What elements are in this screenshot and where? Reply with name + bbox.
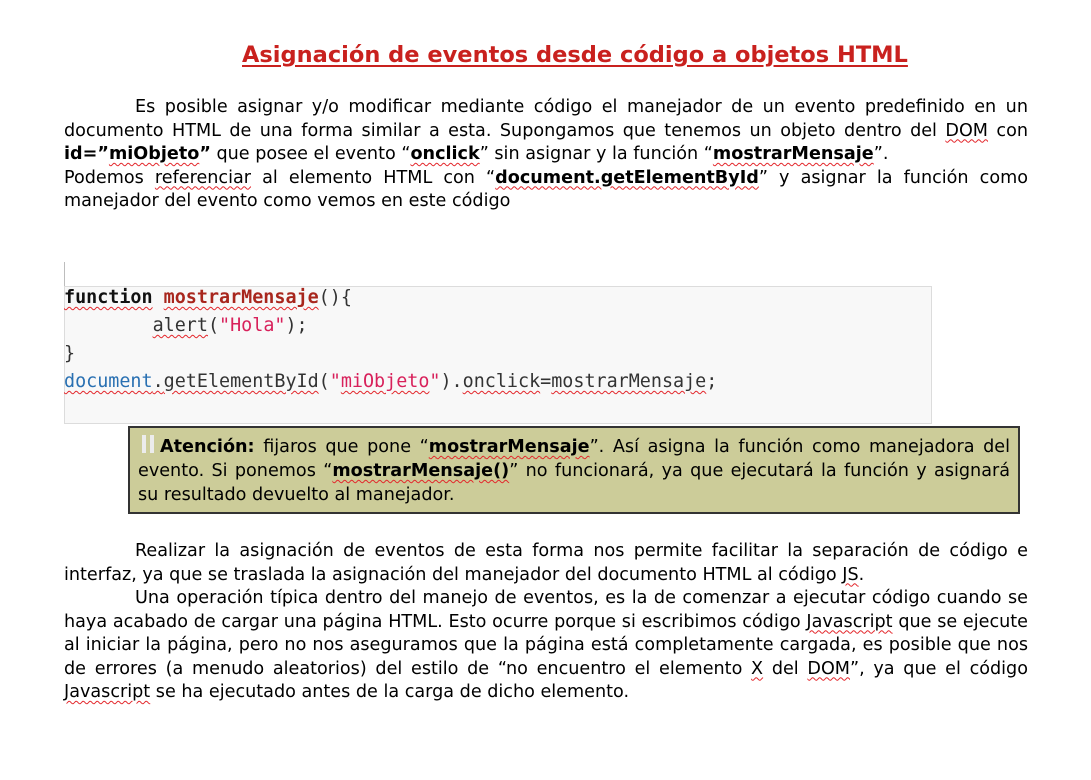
- code-listing: function mostrarMensaje(){ alert("Hola")…: [64, 287, 718, 392]
- text: del: [763, 658, 808, 679]
- intro-text: Es posible asignar y/o modificar mediant…: [64, 96, 1028, 214]
- text: ”.: [873, 144, 889, 164]
- code-value: mostrarMensaje: [551, 371, 707, 392]
- text: Realizar la asignación de eventos de est…: [64, 541, 1028, 585]
- text: al elemento HTML con “: [251, 167, 496, 188]
- text: ” sin asignar y la función “: [479, 144, 713, 164]
- code-block-marker: [64, 262, 65, 286]
- text: Es posible asignar y/o modificar mediant…: [64, 97, 1028, 141]
- code-string: "Hola": [219, 315, 286, 336]
- term-function-name: mostrarMensaje: [712, 144, 874, 164]
- code-object: document: [64, 371, 153, 392]
- code-punct: (: [318, 371, 330, 392]
- document-page: Asignación de eventos desde código a obj…: [0, 0, 1091, 780]
- paragraph-1: Es posible asignar y/o modificar mediant…: [64, 96, 1028, 167]
- term-getelementbyid: document.getElementById: [495, 167, 759, 188]
- code-string: miObjeto: [340, 371, 430, 392]
- paragraph-4: Una operación típica dentro del manejo d…: [64, 587, 1028, 705]
- code-punct: ).: [440, 371, 463, 392]
- code-punct: }: [64, 343, 76, 364]
- text: que posee el evento “: [210, 144, 411, 164]
- code-method: getElementById: [163, 371, 319, 392]
- text: ”, ya que el código: [849, 658, 1028, 679]
- code-punct: =: [540, 371, 552, 392]
- term-function-call: mostrarMensaje(): [332, 461, 510, 481]
- text: fijaros que pone “: [254, 437, 429, 457]
- warning-icon: [138, 433, 158, 455]
- code-property: onclick: [462, 371, 541, 392]
- body-text: Realizar la asignación de eventos de est…: [64, 540, 1028, 705]
- code-alert: alert: [152, 315, 208, 336]
- note-label: Atención:: [160, 437, 255, 457]
- term-referenciar: referenciar: [154, 167, 252, 188]
- code-punct: (: [207, 315, 220, 336]
- text: con: [987, 120, 1028, 141]
- term-js: JS: [842, 564, 859, 585]
- code-punct: ;: [706, 371, 718, 392]
- text: .: [858, 564, 865, 585]
- text: Podemos: [64, 167, 155, 188]
- code-function-name: mostrarMensaje: [163, 287, 319, 308]
- page-title: Asignación de eventos desde código a obj…: [242, 42, 908, 68]
- term-function-name: mostrarMensaje: [428, 437, 590, 457]
- code-keyword: function: [64, 287, 153, 308]
- term-javascript: Javascript: [806, 611, 893, 632]
- term-onclick: onclick: [410, 144, 480, 164]
- term-x: X: [751, 658, 764, 679]
- attention-note: Atención: fijaros que pone “mostrarMensa…: [128, 426, 1020, 514]
- note-text: Atención: fijaros que pone “mostrarMensa…: [138, 433, 1010, 507]
- term-dom: DOM: [807, 658, 850, 679]
- term-dom: DOM: [945, 120, 988, 141]
- code-punct: );: [285, 315, 308, 336]
- id-attribute: id=”miObjeto”: [64, 144, 211, 164]
- code-punct: (){: [318, 287, 352, 308]
- paragraph-2: Podemos referenciar al elemento HTML con…: [64, 167, 1028, 214]
- text: se ha ejecutado antes de la carga de dic…: [150, 682, 630, 702]
- term-javascript: Javascript: [64, 682, 151, 702]
- paragraph-3: Realizar la asignación de eventos de est…: [64, 540, 1028, 587]
